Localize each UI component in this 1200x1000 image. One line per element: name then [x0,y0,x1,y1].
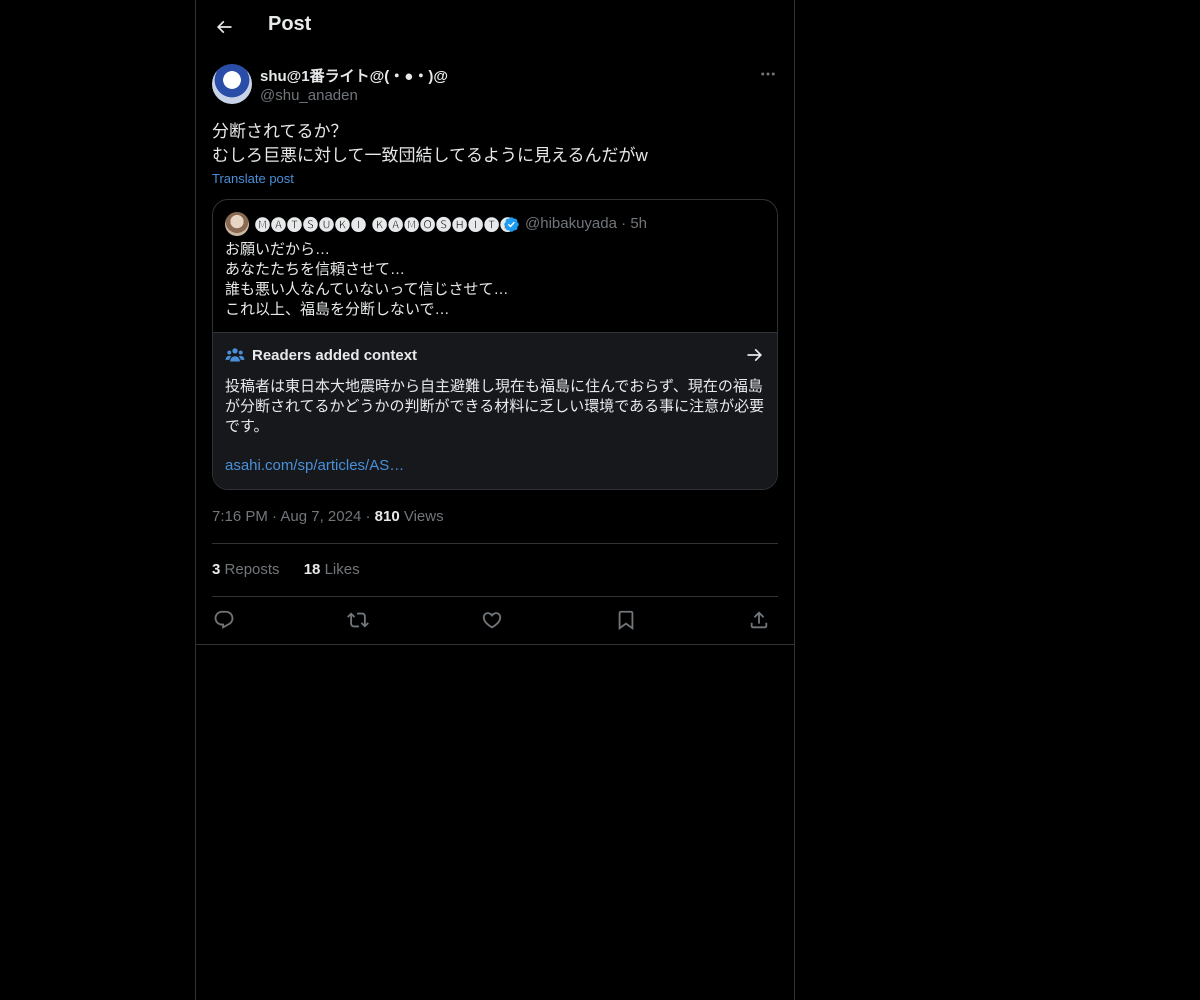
post-text: 分断されてるか？ むしろ巨悪に対して一致団結してるように見えるんだがw [212,120,778,168]
divider [212,543,778,544]
readers-context-panel[interactable]: Readers added context 投稿者は東日本大地震時から自主避難し… [213,332,777,489]
quote-text-line: あなたたちを信頼させて… [225,261,406,278]
separator-dot: · [621,215,631,232]
more-horizontal-icon [761,72,775,76]
likes-label: Likes [324,561,360,578]
context-source-link[interactable]: asahi.com/sp/articles/AS… [225,457,404,474]
quote-handle-and-age: @hibakuyada · 5h [525,215,647,232]
likes-count: 18 [303,561,321,578]
views-count: 810 [374,508,400,525]
arrow-left-icon [216,20,232,34]
reposts-stat[interactable]: 3 Reposts [212,561,280,578]
bookmark-button[interactable] [614,608,638,632]
quote-text-line: 誰も悪い人なんていないって信じさせて… [225,281,509,298]
author-avatar[interactable] [212,64,252,104]
verified-badge-icon [504,217,519,232]
bookmark-icon [618,610,634,631]
post-date[interactable]: Aug 7, 2024 [280,508,361,525]
quote-text-line: お願いだから… [225,241,331,258]
post-text-line: むしろ巨悪に対して一致団結してるように見えるんだがw [212,146,648,165]
quote-age: 5h [630,215,647,232]
action-bar [212,606,778,634]
post-text-line: 分断されてるか？ [212,122,348,141]
page-title: Post [268,13,312,35]
quoted-post[interactable]: 🅜🅐🅣🅢🅤🅚🅘 🅚🅐🅜🅞🅢🅗🅘🅣🅐 @hibakuyada · 5h お願いだか… [212,199,778,490]
like-button[interactable] [480,608,504,632]
post-time[interactable]: 7:16 PM [212,508,268,525]
context-body: 投稿者は東日本大地震時から自主避難し現在も福島に住んでおらず、現在の福島が分断さ… [225,378,765,435]
author-name[interactable]: shu@1番ライト@(・●・)@ [260,65,448,86]
share-button[interactable] [747,608,771,632]
share-icon [750,611,768,629]
people-icon [225,348,245,362]
reposts-count: 3 [212,561,221,578]
section-divider [196,644,794,645]
heart-icon [482,612,502,629]
reposts-label: Reposts [224,561,280,578]
author-handle[interactable]: @shu_anaden [260,87,358,104]
likes-stat[interactable]: 18 Likes [304,561,360,578]
quote-author-name: 🅜🅐🅣🅢🅤🅚🅘 🅚🅐🅜🅞🅢🅗🅘🅣🅐 [255,217,517,234]
separator-dot: · [365,508,375,525]
back-button[interactable] [208,11,240,43]
engagement-stats: 3 Reposts 18 Likes [212,561,380,578]
quote-author-avatar [225,212,249,236]
quote-text-line: これ以上、福島を分断しないで… [225,301,450,318]
quote-handle: @hibakuyada [525,215,617,232]
repost-button[interactable] [346,608,370,632]
reply-button[interactable] [212,608,236,632]
post-meta: 7:16 PM · Aug 7, 2024 · 810 Views [212,508,444,525]
divider [212,596,778,597]
reply-icon [214,610,234,629]
translate-post-link[interactable]: Translate post [212,171,294,186]
views-label: Views [403,508,444,525]
more-options-button[interactable] [756,62,780,86]
page-header: Post [196,0,794,53]
arrow-right-icon[interactable] [745,345,765,365]
post-column: Post shu@1番ライト@(・●・)@ @shu_anaden 分断されてる… [195,0,795,1000]
quote-text: お願いだから… あなたたちを信頼させて… 誰も悪い人なんていないって信じさせて…… [225,240,765,320]
context-title: Readers added context [252,347,418,364]
repost-icon [347,612,369,628]
